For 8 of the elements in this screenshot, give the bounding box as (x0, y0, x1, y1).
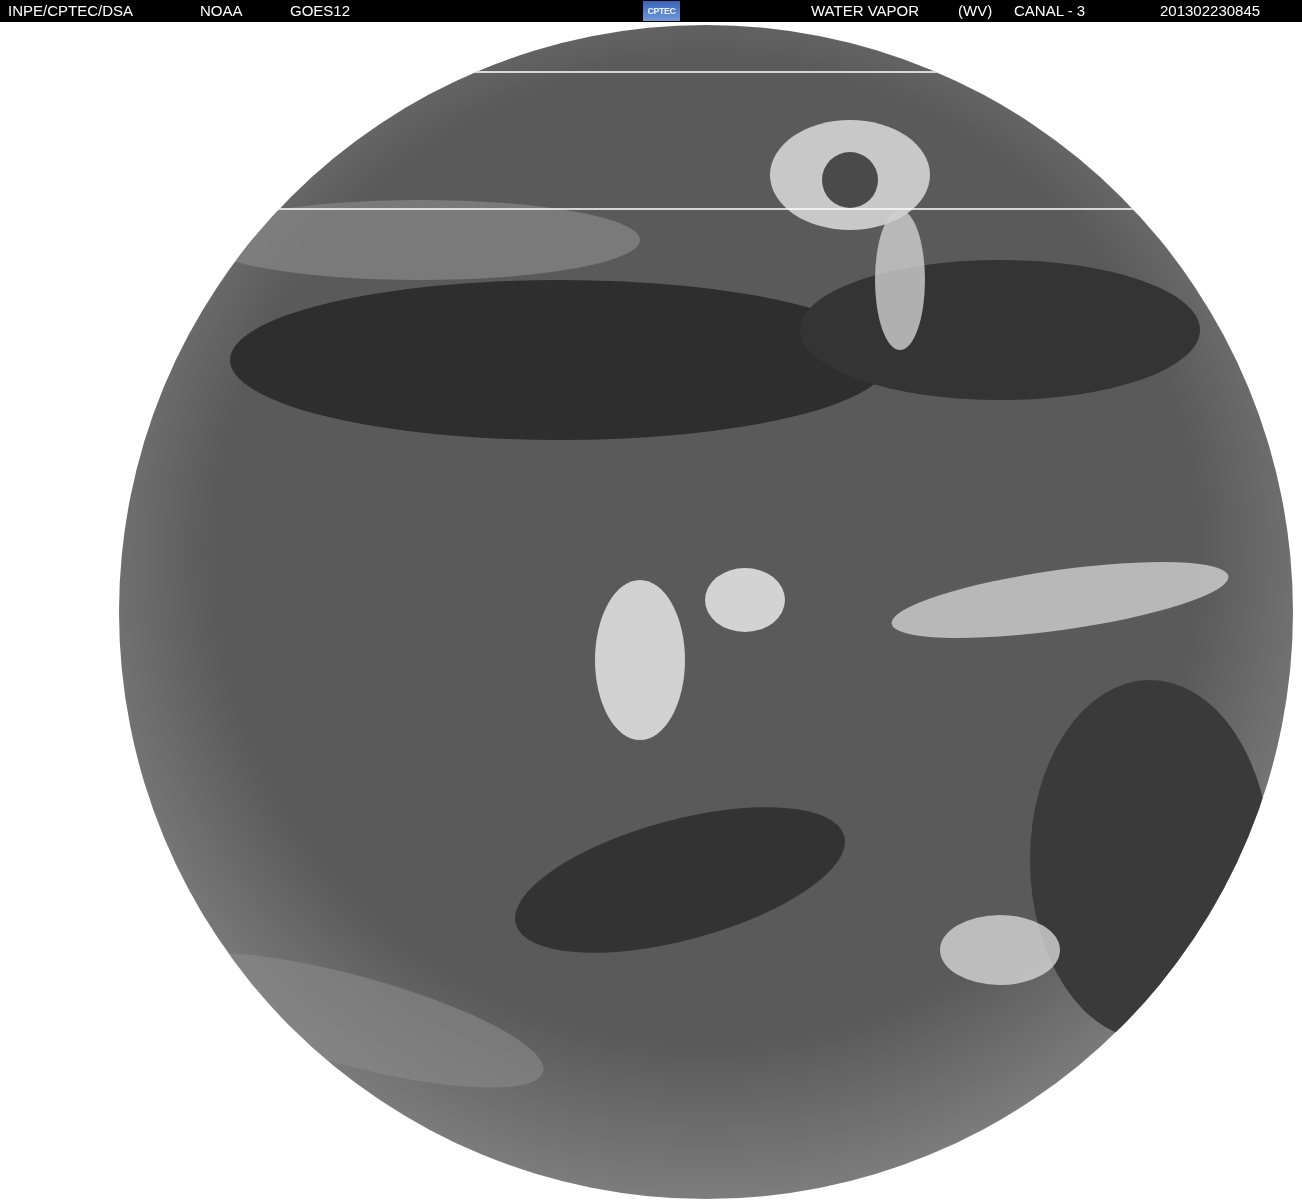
channel-label: WATER VAPOR (811, 2, 921, 20)
header-label: NOAA (200, 2, 244, 20)
header-label: GOES12 (290, 2, 352, 20)
header-label: INPE/CPTEC/DSA (8, 2, 135, 20)
logo: CPTEC (643, 1, 680, 21)
timestamp: 201302230845 (1160, 2, 1262, 20)
channel-label: CANAL - 3 (1014, 2, 1087, 20)
channel-label: (WV) (958, 2, 994, 20)
